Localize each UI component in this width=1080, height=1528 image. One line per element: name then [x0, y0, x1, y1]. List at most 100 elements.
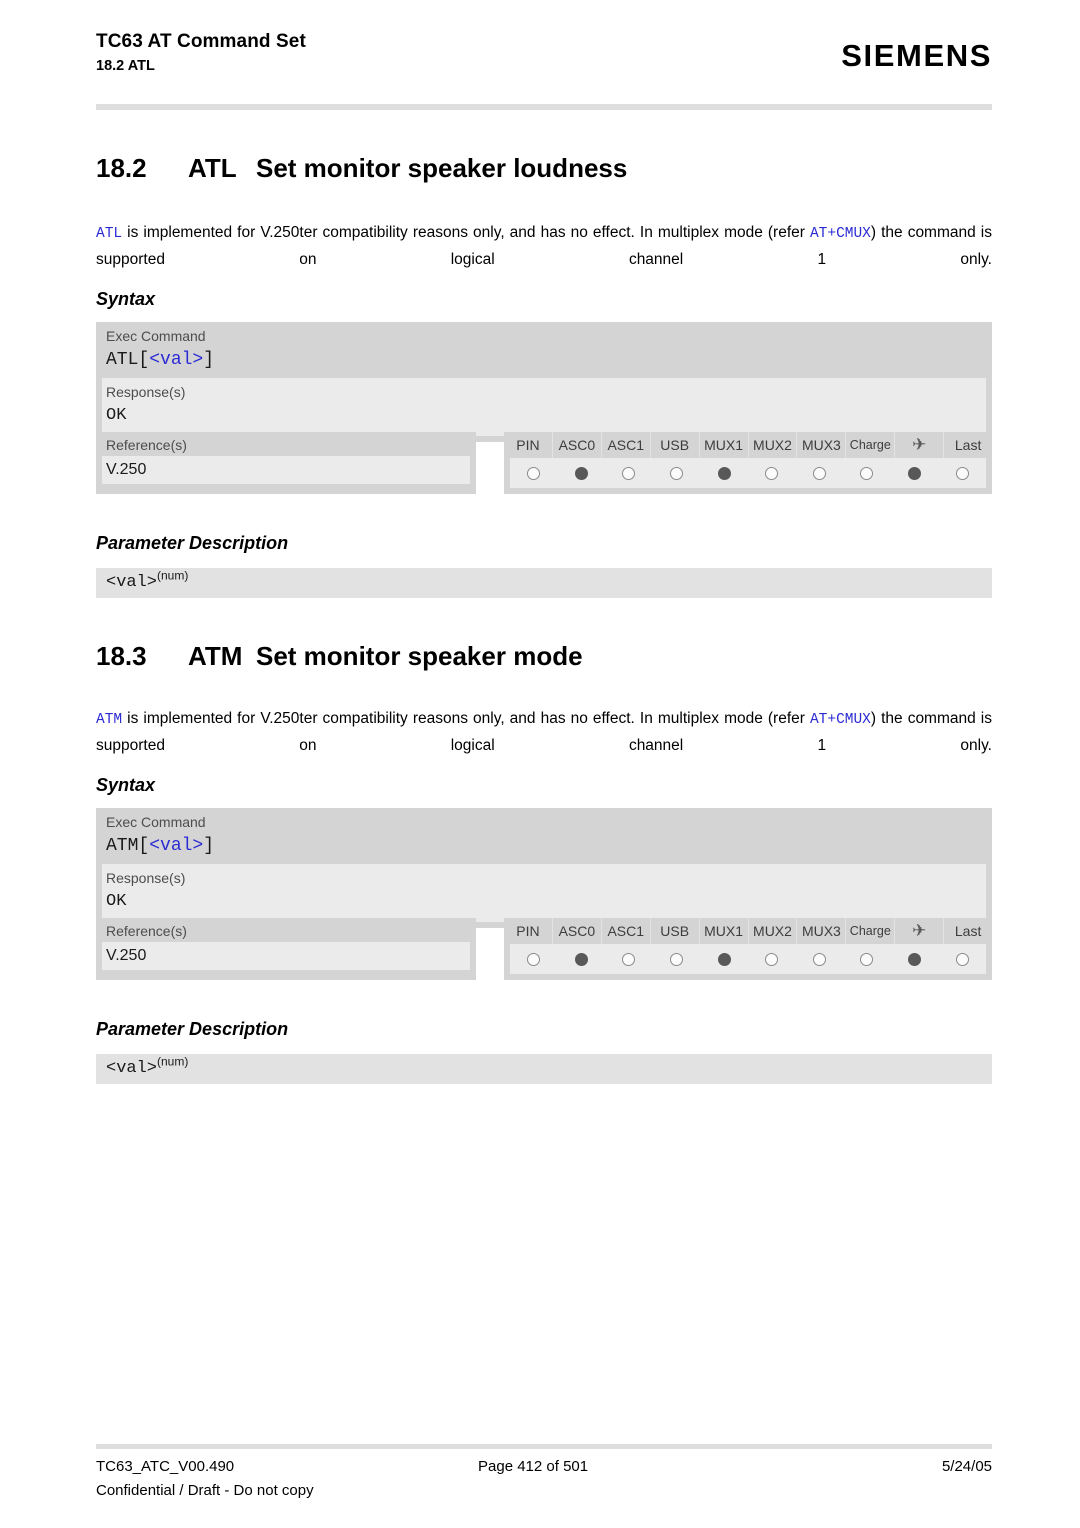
column-asc0: ASC0 [552, 918, 602, 944]
section-heading-18-2: 18.2 ATL Set monitor speaker loudness [96, 152, 627, 184]
support-cell-mux1 [700, 944, 748, 974]
unsupported-dot-icon [812, 466, 826, 480]
parameter-heading-18-2: Parameter Description [96, 533, 289, 553]
reference-box: Reference(s) V.250 [96, 918, 476, 980]
column-mux2: MUX2 [748, 918, 798, 944]
response-label: Response(s) [106, 870, 186, 886]
support-cell-pin [510, 944, 558, 974]
parameter-name: <val> [106, 573, 158, 592]
support-cell-asc1 [605, 944, 653, 974]
support-cell-charge [843, 458, 891, 488]
syntax-table-18-2: Exec Command ATL[<val>] Response(s) OK [96, 322, 992, 442]
response-block: Response(s) OK [102, 378, 986, 436]
section-number: 18.2 [96, 153, 147, 183]
page-footer: TC63_ATC_V00.490 Page 412 of 501 5/24/05… [96, 1456, 992, 1502]
supported-dot-icon [908, 952, 922, 966]
support-cell-last [938, 944, 986, 974]
airplane-icon: ✈ [895, 918, 945, 944]
column-asc0: ASC0 [552, 432, 602, 458]
support-matrix-values [510, 944, 986, 974]
exec-command-label: Exec Command [106, 814, 206, 830]
support-cell-mux3 [796, 458, 844, 488]
supported-dot-icon [717, 466, 731, 480]
unsupported-dot-icon [765, 952, 779, 966]
inline-command-atcmux: AT+CMUX [809, 712, 871, 728]
column-pin: PIN [504, 918, 553, 944]
column-last: Last [944, 918, 993, 944]
unsupported-dot-icon [622, 466, 636, 480]
section-number: 18.3 [96, 641, 147, 671]
supported-dot-icon [574, 466, 588, 480]
column-charge: Charge [846, 432, 896, 458]
parameter-band-18-3: <val>(num) [96, 1054, 992, 1084]
support-cell-asc0 [558, 944, 606, 974]
intro-text-part1: is implemented for V.250ter compatibilit… [122, 710, 810, 727]
column-mux2: MUX2 [748, 432, 798, 458]
support-cell-asc1 [605, 458, 653, 488]
footer-confidential-notice: Confidential / Draft - Do not copy [96, 1482, 314, 1499]
response-block: Response(s) OK [102, 864, 986, 922]
column-mux3: MUX3 [797, 918, 847, 944]
support-cell-mux2 [748, 944, 796, 974]
support-cell-mux1 [700, 458, 748, 488]
unsupported-dot-icon [955, 466, 969, 480]
support-cell-✈ [891, 458, 939, 488]
support-cell-last [938, 458, 986, 488]
parameter-entry: <val>(num) [96, 568, 992, 598]
support-matrix-header: PIN ASC0 ASC1 USB MUX1 MUX2 MUX3 Charge … [504, 432, 993, 458]
support-cell-asc0 [558, 458, 606, 488]
unsupported-dot-icon [622, 952, 636, 966]
inline-command-atl: ATL [96, 226, 123, 242]
column-asc1: ASC1 [601, 918, 651, 944]
exec-command-code: ATL[<val>] [96, 348, 992, 378]
column-mux3: MUX3 [797, 432, 847, 458]
exec-command-label: Exec Command [106, 328, 206, 344]
parameter-entry: <val>(num) [96, 1054, 992, 1084]
unsupported-dot-icon [860, 466, 874, 480]
unsupported-dot-icon [955, 952, 969, 966]
section-title: Set monitor speaker mode [256, 641, 583, 671]
support-cell-mux2 [748, 458, 796, 488]
unsupported-dot-icon [670, 466, 684, 480]
reference-value: V.250 [102, 456, 470, 484]
supported-dot-icon [908, 466, 922, 480]
exec-code-prefix: ATM[ [106, 836, 150, 856]
column-usb: USB [650, 432, 700, 458]
document-page: TC63 AT Command Set 18.2 ATL SIEMENS 18.… [0, 0, 1080, 1528]
syntax-heading-18-3: Syntax [96, 775, 156, 795]
intro-text-part1: is implemented for V.250ter compatibilit… [122, 224, 810, 241]
support-matrix: PIN ASC0 ASC1 USB MUX1 MUX2 MUX3 Charge … [504, 432, 993, 494]
section-command: ATL [188, 153, 237, 183]
column-charge: Charge [846, 918, 896, 944]
unsupported-dot-icon [670, 952, 684, 966]
header-divider [96, 104, 992, 110]
support-matrix-header: PIN ASC0 ASC1 USB MUX1 MUX2 MUX3 Charge … [504, 918, 993, 944]
footer-date: 5/24/05 [941, 1458, 992, 1475]
unsupported-dot-icon [527, 466, 541, 480]
section-command: ATM [188, 641, 243, 671]
footer-page-number: Page 412 of 501 [478, 1458, 589, 1475]
response-label: Response(s) [106, 384, 186, 400]
exec-code-param: <val> [149, 350, 204, 370]
support-cell-usb [653, 458, 701, 488]
support-matrix: PIN ASC0 ASC1 USB MUX1 MUX2 MUX3 Charge … [504, 918, 993, 980]
column-mux1: MUX1 [699, 918, 749, 944]
unsupported-dot-icon [527, 952, 541, 966]
reference-support-row-18-3: Reference(s) V.250 PIN ASC0 ASC1 USB MUX… [96, 918, 993, 980]
reference-support-row-18-2: Reference(s) V.250 PIN ASC0 ASC1 USB MUX… [96, 432, 993, 494]
syntax-table-18-3: Exec Command ATM[<val>] Response(s) OK [96, 808, 992, 928]
unsupported-dot-icon [765, 466, 779, 480]
column-last: Last [944, 432, 993, 458]
section-intro-18-2: ATL is implemented for V.250ter compatib… [96, 220, 992, 297]
exec-code-prefix: ATL[ [106, 350, 150, 370]
column-mux1: MUX1 [699, 432, 749, 458]
inline-command-atcmux: AT+CMUX [809, 226, 871, 242]
unsupported-dot-icon [860, 952, 874, 966]
exec-code-param: <val> [149, 836, 204, 856]
support-cell-✈ [891, 944, 939, 974]
reference-value: V.250 [102, 942, 470, 970]
column-asc1: ASC1 [601, 432, 651, 458]
footer-divider [96, 1444, 992, 1449]
parameter-type: (num) [157, 1054, 189, 1069]
supported-dot-icon [717, 952, 731, 966]
